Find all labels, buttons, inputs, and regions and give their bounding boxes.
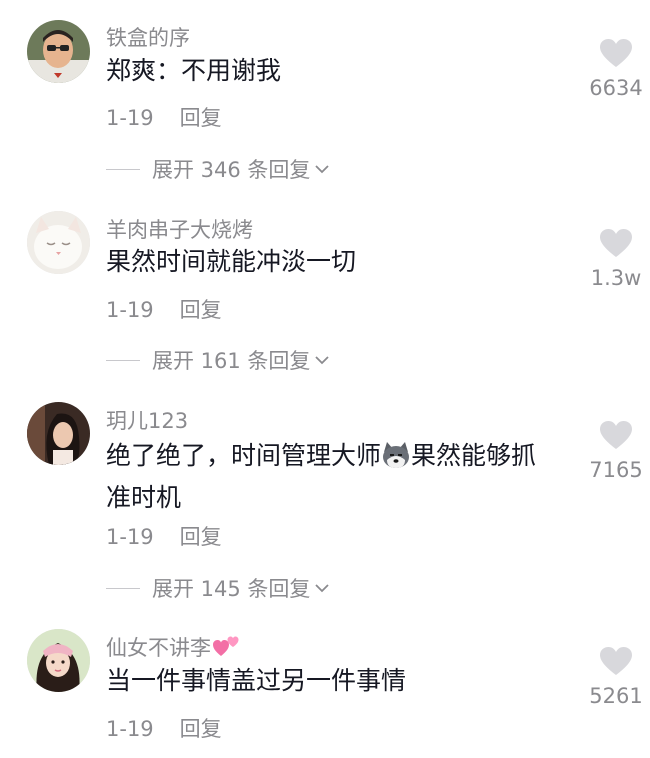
reply-button[interactable]: 回复 bbox=[180, 525, 222, 549]
like-count: 6634 bbox=[589, 76, 643, 100]
reply-button[interactable]: 回复 bbox=[180, 298, 222, 322]
avatar[interactable] bbox=[27, 402, 90, 465]
heart-icon bbox=[600, 421, 632, 449]
comment-date: 1-19 bbox=[106, 525, 154, 549]
two-hearts-emoji-icon bbox=[213, 636, 239, 656]
husky-emoji-icon bbox=[383, 442, 410, 468]
like-count: 5261 bbox=[589, 684, 643, 708]
avatar-image bbox=[27, 211, 90, 274]
comment-date: 1-19 bbox=[106, 717, 154, 741]
username[interactable]: 玥儿123 bbox=[106, 405, 188, 435]
comment-meta: 1-19 回复 bbox=[106, 294, 222, 324]
expand-replies-label: 展开 145 条回复 bbox=[152, 577, 311, 601]
username[interactable]: 仙女不讲李 bbox=[106, 632, 241, 662]
username[interactable]: 铁盒的序 bbox=[106, 22, 190, 52]
comment-meta: 1-19 回复 bbox=[106, 713, 222, 743]
heart-icon bbox=[600, 39, 632, 67]
avatar-image bbox=[27, 629, 90, 692]
like-count: 7165 bbox=[589, 458, 643, 482]
comment-date: 1-19 bbox=[106, 106, 154, 130]
username[interactable]: 羊肉串子大烧烤 bbox=[106, 214, 253, 244]
avatar[interactable] bbox=[27, 20, 90, 83]
avatar[interactable] bbox=[27, 629, 90, 692]
like-button[interactable]: 7165 bbox=[580, 420, 650, 482]
reply-button[interactable]: 回复 bbox=[180, 717, 222, 741]
divider-line bbox=[106, 587, 140, 589]
reply-button[interactable]: 回复 bbox=[180, 106, 222, 130]
like-button[interactable]: 6634 bbox=[580, 38, 650, 100]
comment-text: 绝了绝了，时间管理大师 果然能够抓准时机 bbox=[106, 435, 561, 519]
comment-date: 1-19 bbox=[106, 298, 154, 322]
avatar-image bbox=[27, 402, 90, 465]
chevron-down-icon bbox=[315, 165, 330, 174]
expand-replies-button[interactable]: 展开 161 条回复 bbox=[106, 345, 330, 375]
heart-icon bbox=[600, 647, 632, 675]
comment-text: 当一件事情盖过另一件事情 bbox=[106, 666, 407, 695]
chevron-down-icon bbox=[315, 584, 330, 593]
expand-replies-label: 展开 346 条回复 bbox=[152, 158, 311, 182]
heart-icon bbox=[600, 229, 632, 257]
expand-replies-button[interactable]: 展开 346 条回复 bbox=[106, 154, 330, 184]
divider-line bbox=[106, 168, 140, 170]
avatar[interactable] bbox=[27, 211, 90, 274]
chevron-down-icon bbox=[315, 356, 330, 365]
comment-text: 郑爽：不用谢我 bbox=[106, 56, 282, 85]
comment-text: 果然时间就能冲淡一切 bbox=[106, 247, 357, 276]
divider-line bbox=[106, 359, 140, 361]
comment-meta: 1-19 回复 bbox=[106, 102, 222, 132]
like-button[interactable]: 1.3w bbox=[580, 228, 650, 290]
avatar-image bbox=[27, 20, 90, 83]
like-button[interactable]: 5261 bbox=[580, 646, 650, 708]
expand-replies-label: 展开 161 条回复 bbox=[152, 349, 311, 373]
username-text: 仙女不讲李 bbox=[106, 636, 211, 660]
expand-replies-button[interactable]: 展开 145 条回复 bbox=[106, 573, 330, 603]
like-count: 1.3w bbox=[590, 266, 642, 290]
comment-text-part: 绝了绝了，时间管理大师 bbox=[106, 441, 382, 470]
comment-meta: 1-19 回复 bbox=[106, 521, 222, 551]
